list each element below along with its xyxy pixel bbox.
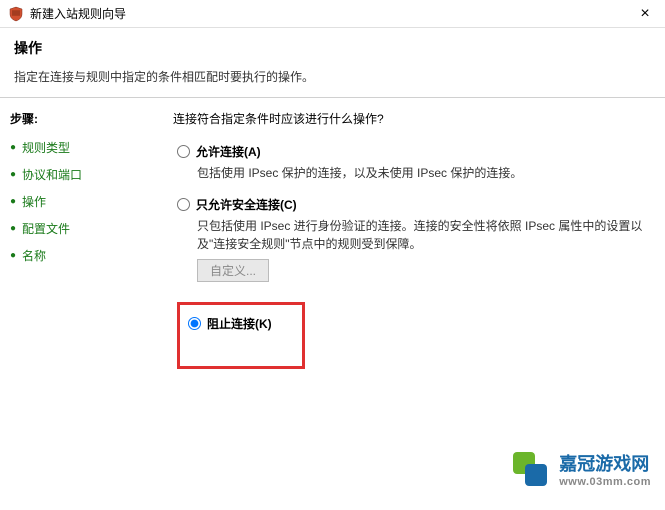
bullet-icon: ● (10, 169, 16, 180)
radio-block[interactable] (188, 317, 201, 330)
close-button[interactable]: × (633, 5, 657, 23)
option-allow-desc: 包括使用 IPsec 保护的连接，以及未使用 IPsec 保护的连接。 (197, 164, 649, 182)
bullet-icon: ● (10, 250, 16, 261)
sidebar-item-label: 协议和端口 (22, 166, 82, 183)
firewall-icon (8, 6, 24, 22)
page-subtitle: 指定在连接与规则中指定的条件相匹配时要执行的操作。 (14, 68, 651, 85)
highlight-box: 阻止连接(K) (177, 302, 305, 369)
sidebar-item-name[interactable]: ● 名称 (10, 247, 155, 264)
bullet-icon: ● (10, 196, 16, 207)
option-block-head[interactable]: 阻止连接(K) (188, 315, 272, 332)
radio-allow-secure[interactable] (177, 198, 190, 211)
sidebar-item-label: 规则类型 (22, 139, 70, 156)
bullet-icon: ● (10, 142, 16, 153)
custom-button: 自定义... (197, 259, 269, 282)
option-allow-secure-label: 只允许安全连接(C) (196, 196, 297, 213)
option-allow-secure-head[interactable]: 只允许安全连接(C) (177, 196, 649, 213)
sidebar-item-label: 操作 (22, 193, 46, 210)
sidebar-item-profile[interactable]: ● 配置文件 (10, 220, 155, 237)
option-block-label: 阻止连接(K) (207, 315, 272, 332)
bullet-icon: ● (10, 223, 16, 234)
steps-label: 步骤: (10, 110, 155, 127)
watermark-logo-icon (509, 448, 551, 490)
option-allow-head[interactable]: 允许连接(A) (177, 143, 649, 160)
wizard-sidebar: 步骤: ● 规则类型 ● 协议和端口 ● 操作 ● 配置文件 ● 名称 (0, 98, 165, 510)
option-block-connection: 阻止连接(K) (188, 315, 272, 332)
option-allow-connection: 允许连接(A) 包括使用 IPsec 保护的连接，以及未使用 IPsec 保护的… (177, 143, 649, 182)
wizard-header: 操作 指定在连接与规则中指定的条件相匹配时要执行的操作。 (0, 28, 665, 98)
action-question: 连接符合指定条件时应该进行什么操作? (173, 110, 649, 127)
watermark-text: 嘉冠游戏网 (559, 450, 649, 476)
titlebar: 新建入站规则向导 × (0, 0, 665, 28)
sidebar-item-label: 配置文件 (22, 220, 70, 237)
option-allow-label: 允许连接(A) (196, 143, 261, 160)
watermark: 嘉冠游戏网 www.03mm.com (501, 444, 659, 494)
watermark-url: www.03mm.com (559, 476, 651, 488)
sidebar-item-rule-type[interactable]: ● 规则类型 (10, 139, 155, 156)
radio-allow[interactable] (177, 145, 190, 158)
sidebar-item-label: 名称 (22, 247, 46, 264)
sidebar-item-protocol-ports[interactable]: ● 协议和端口 (10, 166, 155, 183)
sidebar-item-action[interactable]: ● 操作 (10, 193, 155, 210)
option-allow-secure-desc: 只包括使用 IPsec 进行身份验证的连接。连接的安全性将依照 IPsec 属性… (197, 217, 649, 253)
window-title: 新建入站规则向导 (30, 5, 633, 22)
page-title: 操作 (14, 38, 651, 58)
option-allow-secure-connection: 只允许安全连接(C) 只包括使用 IPsec 进行身份验证的连接。连接的安全性将… (177, 196, 649, 282)
